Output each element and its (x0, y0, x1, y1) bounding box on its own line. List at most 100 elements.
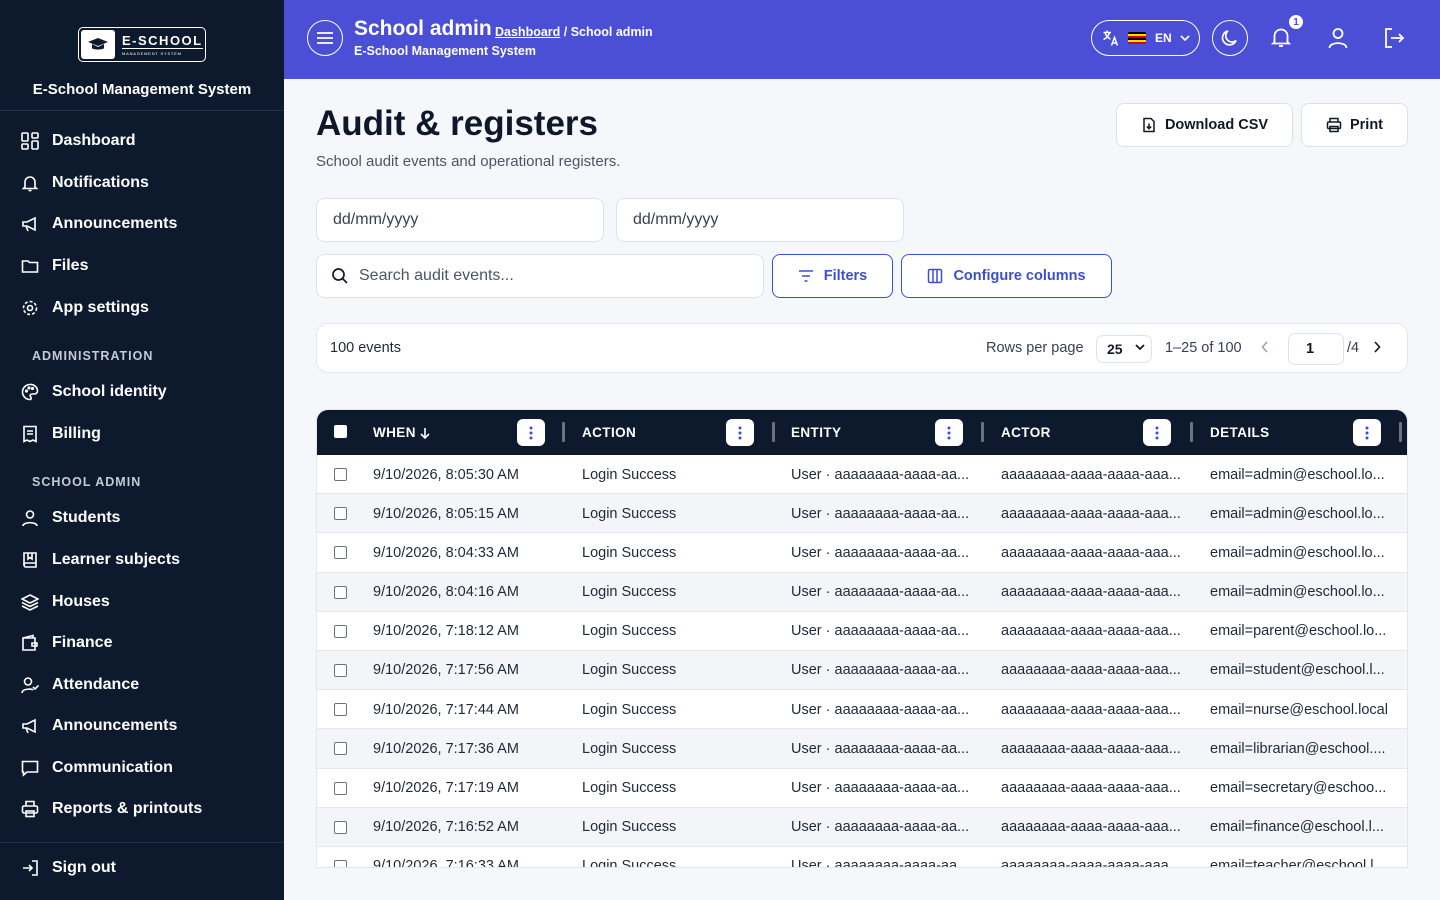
row-checkbox[interactable] (334, 546, 347, 560)
row-checkbox[interactable] (334, 663, 347, 677)
table-row[interactable]: 9/10/2026, 7:17:44 AM Login Success User ·… (317, 690, 1407, 730)
sidebar-item-announcements-school[interactable]: Announcements (20, 712, 177, 740)
theme-toggle-button[interactable] (1212, 20, 1248, 56)
table-row[interactable]: 9/10/2026, 8:05:15 AM Login Success User ·… (317, 494, 1407, 534)
menu-toggle-button[interactable] (307, 20, 343, 56)
sidebar-item-finance[interactable]: Finance (20, 629, 112, 657)
table-row[interactable]: 9/10/2026, 8:04:16 AM Login Success User ·… (317, 572, 1407, 612)
column-menu-button[interactable] (935, 419, 963, 446)
cell-when: 9/10/2026, 8:05:30 AM (373, 466, 519, 483)
column-resize-handle[interactable] (1399, 422, 1402, 442)
row-checkbox[interactable] (334, 703, 347, 717)
sidebar-item-attendance[interactable]: Attendance (20, 671, 139, 699)
cell-when: 9/10/2026, 7:18:12 AM (373, 623, 519, 640)
section-school-admin: SCHOOL ADMIN (32, 475, 142, 489)
column-resize-handle[interactable] (772, 422, 775, 442)
sidebar-item-school-identity[interactable]: School identity (20, 378, 167, 406)
page-header-title: School admin (354, 17, 492, 40)
table-row[interactable]: 9/10/2026, 8:04:33 AM Login Success User ·… (317, 533, 1407, 573)
table-row[interactable]: 9/10/2026, 7:17:56 AM Login Success User ·… (317, 650, 1407, 691)
notifications-button[interactable] (1269, 25, 1293, 54)
download-csv-button[interactable]: Download CSV (1116, 103, 1293, 147)
more-vertical-icon (529, 426, 533, 439)
sidebar-item-notifications[interactable]: Notifications (20, 169, 149, 197)
cell-when: 9/10/2026, 7:17:56 AM (373, 662, 519, 679)
row-checkbox[interactable] (334, 624, 347, 638)
select-all-checkbox[interactable] (334, 425, 347, 438)
sidebar-item-label: Dashboard (52, 132, 136, 149)
sidebar-item-label: App settings (52, 299, 149, 316)
column-menu-button[interactable] (517, 419, 545, 446)
sidebar-item-app-settings[interactable]: App settings (20, 294, 149, 322)
sidebar-item-label: Files (52, 257, 89, 274)
logout-button[interactable] (1382, 26, 1406, 55)
sidebar-item-learner-subjects[interactable]: Learner subjects (20, 546, 180, 574)
sidebar-item-label: Reports & printouts (52, 800, 203, 817)
chat-icon (20, 758, 40, 778)
search-input[interactable]: Search audit events... (316, 254, 764, 298)
gear-icon (20, 298, 40, 318)
row-checkbox[interactable] (334, 820, 347, 834)
column-resize-handle[interactable] (1190, 422, 1193, 442)
column-menu-button[interactable] (1143, 419, 1171, 446)
sidebar-item-houses[interactable]: Houses (20, 588, 110, 616)
row-checkbox[interactable] (334, 781, 347, 795)
rows-per-page-select[interactable]: 25 (1096, 335, 1152, 363)
page-title: Audit & registers (316, 104, 598, 143)
chevron-left-icon[interactable] (1261, 341, 1269, 353)
school-logo[interactable]: E-SCHOOL MANAGEMENT SYSTEM (78, 27, 206, 62)
column-header-when[interactable]: WHEN (373, 410, 430, 455)
cell-entity: User · aaaaaaaa-aaaa-aa... (791, 740, 970, 757)
chevron-right-icon[interactable] (1373, 341, 1381, 353)
sidebar-item-students[interactable]: Students (20, 504, 120, 532)
column-resize-handle[interactable] (981, 422, 984, 442)
cell-entity: User · aaaaaaaa-aaaa-aa... (791, 466, 970, 483)
configure-columns-button[interactable]: Configure columns (901, 254, 1112, 298)
cell-details: email=finance@eschool.l... (1210, 819, 1384, 836)
column-header-details[interactable]: DETAILS (1210, 410, 1270, 455)
column-menu-button[interactable] (726, 419, 754, 446)
language-selector[interactable]: EN (1091, 20, 1200, 56)
row-checkbox[interactable] (334, 585, 347, 599)
sidebar-item-dashboard[interactable]: Dashboard (20, 127, 136, 155)
table-row[interactable]: 9/10/2026, 7:18:12 AM Login Success User ·… (317, 612, 1407, 651)
table-row[interactable]: 9/10/2026, 7:17:19 AM Login Success User ·… (317, 769, 1407, 808)
cell-action: Login Success (582, 701, 677, 718)
cell-when: 9/10/2026, 8:04:33 AM (373, 544, 519, 561)
row-checkbox[interactable] (334, 468, 347, 481)
column-menu-button[interactable] (1353, 419, 1381, 446)
sign-out-button[interactable]: Sign out (20, 854, 116, 882)
sidebar-item-reports[interactable]: Reports & printouts (20, 795, 202, 823)
sidebar-item-announcements[interactable]: Announcements (20, 210, 177, 238)
row-checkbox[interactable] (334, 507, 347, 521)
table-row[interactable]: 9/10/2026, 7:16:52 AM Login Success User ·… (317, 807, 1407, 847)
logout-icon (1385, 28, 1405, 48)
date-to-input[interactable]: dd/mm/yyyy (616, 198, 904, 242)
print-button[interactable]: Print (1301, 103, 1408, 147)
table-row[interactable]: 9/10/2026, 7:16:33 AM Login Success User ·… (317, 847, 1407, 867)
cell-action: Login Success (582, 623, 677, 640)
date-from-input[interactable]: dd/mm/yyyy (316, 198, 604, 242)
column-header-action[interactable]: ACTION (582, 410, 636, 455)
print-label: Print (1349, 117, 1384, 133)
page-number-input[interactable]: 1 (1288, 333, 1344, 365)
graduation-cap-icon (81, 30, 115, 59)
column-header-entity[interactable]: ENTITY (791, 410, 841, 455)
cell-actor: aaaaaaaa-aaaa-aaaa-aaa... (1001, 623, 1181, 640)
rows-per-page-label: Rows per page (986, 340, 1084, 356)
table-row[interactable]: 9/10/2026, 7:17:36 AM Login Success User ·… (317, 729, 1407, 769)
table-row[interactable]: 9/10/2026, 8:05:30 AM Login Success User ·… (317, 455, 1407, 495)
arrow-down-icon (420, 427, 430, 439)
profile-button[interactable] (1326, 26, 1350, 55)
sidebar-item-billing[interactable]: Billing (20, 420, 101, 448)
sidebar-item-label: Attendance (52, 676, 140, 693)
column-resize-handle[interactable] (562, 422, 565, 442)
row-checkbox[interactable] (334, 742, 347, 756)
breadcrumb-dashboard-link[interactable]: Dashboard (495, 25, 560, 39)
row-checkbox[interactable] (334, 859, 347, 867)
sidebar-item-communication[interactable]: Communication (20, 754, 173, 782)
cell-action: Login Success (582, 662, 677, 679)
column-header-actor[interactable]: ACTOR (1001, 410, 1051, 455)
filters-button[interactable]: Filters (772, 254, 893, 298)
sidebar-item-files[interactable]: Files (20, 252, 88, 280)
